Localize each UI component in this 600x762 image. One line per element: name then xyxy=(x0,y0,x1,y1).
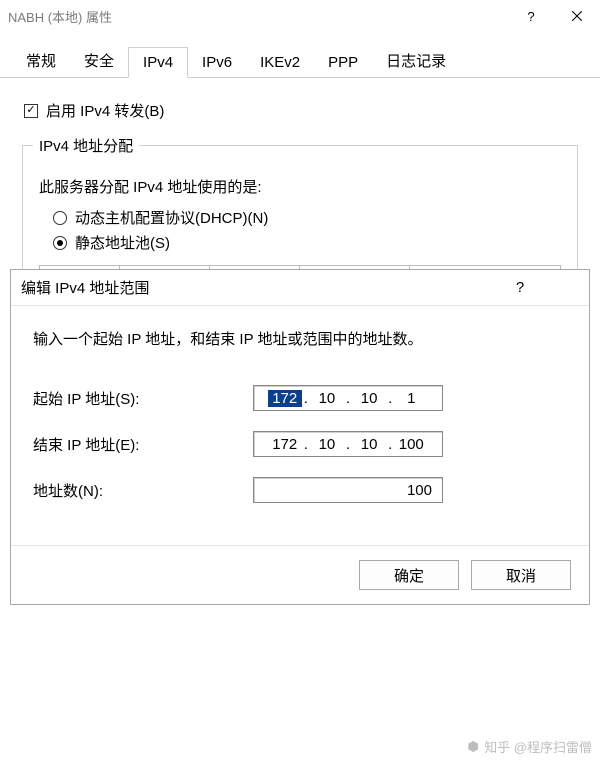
group-intro: 此服务器分配 IPv4 地址使用的是: xyxy=(39,176,561,197)
tab-ikev2[interactable]: IKEv2 xyxy=(246,48,314,77)
dialog-body: 输入一个起始 IP 地址，和结束 IP 地址或范围中的地址数。 起始 IP 地址… xyxy=(11,306,589,545)
dialog-title: 编辑 IPv4 地址范围 xyxy=(21,277,497,298)
question-icon: ? xyxy=(516,279,524,296)
end-ip-o2[interactable]: 10 xyxy=(310,436,344,453)
radio-dhcp-label: 动态主机配置协议(DHCP)(N) xyxy=(75,207,268,228)
tab-logging[interactable]: 日志记录 xyxy=(372,44,460,77)
end-ip-o3[interactable]: 10 xyxy=(352,436,386,453)
tab-ipv6[interactable]: IPv6 xyxy=(188,48,246,77)
dialog-button-row: 确定 取消 xyxy=(11,545,589,604)
count-value: 100 xyxy=(407,482,432,499)
count-label: 地址数(N): xyxy=(33,480,253,501)
start-ip-label: 起始 IP 地址(S): xyxy=(33,388,253,409)
start-ip-row: 起始 IP 地址(S): 172. 10. 10. 1 xyxy=(33,385,567,411)
question-icon: ? xyxy=(527,9,534,24)
group-legend: IPv4 地址分配 xyxy=(33,135,139,156)
end-ip-label: 结束 IP 地址(E): xyxy=(33,434,253,455)
checkmark-icon: ✓ xyxy=(26,105,35,116)
cancel-button[interactable]: 取消 xyxy=(471,560,571,590)
dialog-close-button[interactable] xyxy=(543,270,589,306)
count-input[interactable]: 100 xyxy=(253,477,443,503)
enable-ipv4-forwarding-row[interactable]: ✓ 启用 IPv4 转发(B) xyxy=(24,100,578,121)
dialog-titlebar: 编辑 IPv4 地址范围 ? xyxy=(11,270,589,306)
parent-window-titlebar: NABH (本地) 属性 ? xyxy=(0,0,600,32)
dialog-instruction: 输入一个起始 IP 地址，和结束 IP 地址或范围中的地址数。 xyxy=(33,328,567,349)
end-ip-row: 结束 IP 地址(E): 172. 10. 10. 100 xyxy=(33,431,567,457)
start-ip-input[interactable]: 172. 10. 10. 1 xyxy=(253,385,443,411)
enable-ipv4-forwarding-label: 启用 IPv4 转发(B) xyxy=(46,100,164,121)
end-ip-o1[interactable]: 172 xyxy=(268,436,302,453)
zhihu-icon xyxy=(466,740,480,754)
start-ip-o3[interactable]: 10 xyxy=(352,390,386,407)
tab-ppp[interactable]: PPP xyxy=(314,48,372,77)
start-ip-o2[interactable]: 10 xyxy=(310,390,344,407)
edit-ipv4-range-dialog: 编辑 IPv4 地址范围 ? 输入一个起始 IP 地址，和结束 IP 地址或范围… xyxy=(10,269,590,605)
tab-ipv4[interactable]: IPv4 xyxy=(128,47,188,78)
tab-security[interactable]: 安全 xyxy=(70,44,128,77)
cancel-button-label: 取消 xyxy=(506,565,536,586)
watermark-text: 知乎 @程序扫雷僧 xyxy=(484,737,592,756)
watermark: 知乎 @程序扫雷僧 xyxy=(466,737,592,756)
tab-general[interactable]: 常规 xyxy=(12,44,70,77)
ok-button[interactable]: 确定 xyxy=(359,560,459,590)
end-ip-input[interactable]: 172. 10. 10. 100 xyxy=(253,431,443,457)
start-ip-o4[interactable]: 1 xyxy=(394,390,428,407)
enable-ipv4-forwarding-checkbox[interactable]: ✓ xyxy=(24,104,38,118)
close-button[interactable] xyxy=(554,0,600,32)
ok-button-label: 确定 xyxy=(394,565,424,586)
radio-dhcp-row[interactable]: 动态主机配置协议(DHCP)(N) xyxy=(53,207,561,228)
end-ip-o4[interactable]: 100 xyxy=(394,436,428,453)
close-icon xyxy=(572,9,582,24)
radio-dhcp[interactable] xyxy=(53,211,67,225)
radio-static-label: 静态地址池(S) xyxy=(75,232,170,253)
count-row: 地址数(N): 100 xyxy=(33,477,567,503)
start-ip-o1[interactable]: 172 xyxy=(268,390,302,407)
radio-static-row[interactable]: 静态地址池(S) xyxy=(53,232,561,253)
tab-strip: 常规 安全 IPv4 IPv6 IKEv2 PPP 日志记录 xyxy=(0,32,600,78)
dialog-help-button[interactable]: ? xyxy=(497,270,543,306)
parent-window-title: NABH (本地) 属性 xyxy=(8,7,508,26)
help-button[interactable]: ? xyxy=(508,0,554,32)
radio-static[interactable] xyxy=(53,236,67,250)
